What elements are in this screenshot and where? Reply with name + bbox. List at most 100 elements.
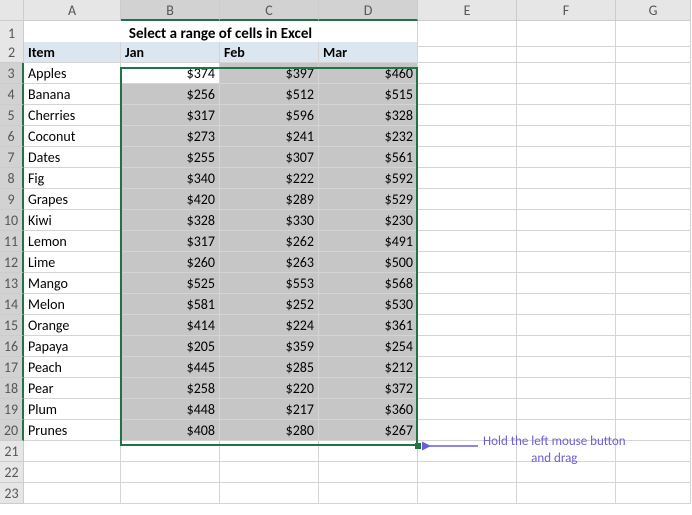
cell-empty[interactable] bbox=[517, 189, 616, 210]
data-cell[interactable]: $512 bbox=[220, 84, 319, 105]
row-header-23[interactable]: 23 bbox=[0, 483, 24, 504]
row-header-5[interactable]: 5 bbox=[0, 105, 24, 126]
data-cell[interactable]: $568 bbox=[319, 273, 418, 294]
cell-empty[interactable] bbox=[418, 231, 517, 252]
col-header-E[interactable]: E bbox=[418, 0, 517, 21]
data-cell[interactable]: $260 bbox=[121, 252, 220, 273]
cell-empty[interactable] bbox=[616, 462, 691, 483]
data-cell[interactable]: $515 bbox=[319, 84, 418, 105]
cell-empty[interactable] bbox=[616, 168, 691, 189]
data-cell[interactable]: $205 bbox=[121, 336, 220, 357]
col-header-G[interactable]: G bbox=[616, 0, 691, 21]
col-header-C[interactable]: C bbox=[220, 0, 319, 21]
data-cell[interactable]: $217 bbox=[220, 399, 319, 420]
cell-empty[interactable] bbox=[418, 63, 517, 84]
item-cell[interactable]: Banana bbox=[24, 84, 121, 105]
header-cell[interactable]: Item bbox=[24, 42, 121, 63]
cell-empty[interactable] bbox=[220, 441, 319, 462]
cell-empty[interactable] bbox=[418, 210, 517, 231]
cell-empty[interactable] bbox=[418, 273, 517, 294]
cell-empty[interactable] bbox=[517, 336, 616, 357]
cell-empty[interactable] bbox=[418, 336, 517, 357]
item-cell[interactable]: Prunes bbox=[24, 420, 121, 441]
fill-handle[interactable] bbox=[415, 443, 421, 449]
data-cell[interactable]: $317 bbox=[121, 105, 220, 126]
cell-empty[interactable] bbox=[616, 420, 691, 441]
cell-empty[interactable] bbox=[418, 315, 517, 336]
data-cell[interactable]: $220 bbox=[220, 378, 319, 399]
item-cell[interactable]: Melon bbox=[24, 294, 121, 315]
cell-empty[interactable] bbox=[616, 336, 691, 357]
data-cell[interactable]: $581 bbox=[121, 294, 220, 315]
data-cell[interactable]: $460 bbox=[319, 63, 418, 84]
cell-empty[interactable] bbox=[418, 189, 517, 210]
data-cell[interactable]: $372 bbox=[319, 378, 418, 399]
data-cell[interactable]: $328 bbox=[121, 210, 220, 231]
cell-empty[interactable] bbox=[418, 105, 517, 126]
data-cell[interactable]: $408 bbox=[121, 420, 220, 441]
row-header-19[interactable]: 19 bbox=[0, 399, 24, 420]
item-cell[interactable]: Orange bbox=[24, 315, 121, 336]
cell-empty[interactable] bbox=[517, 294, 616, 315]
header-cell[interactable]: Jan bbox=[121, 42, 220, 63]
cell-empty[interactable] bbox=[24, 441, 121, 462]
row-header-17[interactable]: 17 bbox=[0, 357, 24, 378]
col-header-B[interactable]: B bbox=[121, 0, 220, 21]
data-cell[interactable]: $561 bbox=[319, 147, 418, 168]
cell-empty[interactable] bbox=[517, 273, 616, 294]
cell-empty[interactable] bbox=[616, 357, 691, 378]
item-cell[interactable]: Cherries bbox=[24, 105, 121, 126]
item-cell[interactable]: Peach bbox=[24, 357, 121, 378]
item-cell[interactable]: Papaya bbox=[24, 336, 121, 357]
data-cell[interactable]: $397 bbox=[220, 63, 319, 84]
data-cell[interactable]: $273 bbox=[121, 126, 220, 147]
cell-empty[interactable] bbox=[517, 42, 616, 63]
cell-empty[interactable] bbox=[616, 252, 691, 273]
data-cell[interactable]: $359 bbox=[220, 336, 319, 357]
data-cell[interactable]: $445 bbox=[121, 357, 220, 378]
cell-empty[interactable] bbox=[24, 483, 121, 504]
row-header-21[interactable]: 21 bbox=[0, 441, 24, 462]
row-header-2[interactable]: 2 bbox=[0, 42, 24, 63]
cell-empty[interactable] bbox=[319, 462, 418, 483]
cell-empty[interactable] bbox=[418, 147, 517, 168]
data-cell[interactable]: $596 bbox=[220, 105, 319, 126]
row-header-6[interactable]: 6 bbox=[0, 126, 24, 147]
data-cell[interactable]: $491 bbox=[319, 231, 418, 252]
data-cell[interactable]: $420 bbox=[121, 189, 220, 210]
cell-empty[interactable] bbox=[517, 357, 616, 378]
cell-empty[interactable] bbox=[616, 378, 691, 399]
cell-empty[interactable] bbox=[616, 189, 691, 210]
row-header-13[interactable]: 13 bbox=[0, 273, 24, 294]
cell-empty[interactable] bbox=[517, 63, 616, 84]
data-cell[interactable]: $258 bbox=[121, 378, 220, 399]
item-cell[interactable]: Pear bbox=[24, 378, 121, 399]
row-header-10[interactable]: 10 bbox=[0, 210, 24, 231]
cell-empty[interactable] bbox=[418, 252, 517, 273]
cell-empty[interactable] bbox=[616, 105, 691, 126]
cell-empty[interactable] bbox=[418, 84, 517, 105]
data-cell[interactable]: $267 bbox=[319, 420, 418, 441]
row-header-11[interactable]: 11 bbox=[0, 231, 24, 252]
data-cell[interactable]: $330 bbox=[220, 210, 319, 231]
cell-empty[interactable] bbox=[616, 273, 691, 294]
row-header-3[interactable]: 3 bbox=[0, 63, 24, 84]
data-cell[interactable]: $360 bbox=[319, 399, 418, 420]
cell-empty[interactable] bbox=[418, 483, 517, 504]
row-header-14[interactable]: 14 bbox=[0, 294, 24, 315]
select-all-corner[interactable] bbox=[0, 0, 24, 21]
cell-empty[interactable] bbox=[616, 315, 691, 336]
data-cell[interactable]: $212 bbox=[319, 357, 418, 378]
cell-empty[interactable] bbox=[616, 63, 691, 84]
cell-empty[interactable] bbox=[517, 399, 616, 420]
cell-empty[interactable] bbox=[616, 42, 691, 63]
data-cell[interactable]: $255 bbox=[121, 147, 220, 168]
data-cell[interactable]: $262 bbox=[220, 231, 319, 252]
cell-empty[interactable] bbox=[616, 483, 691, 504]
cell-empty[interactable] bbox=[517, 147, 616, 168]
data-cell[interactable]: $222 bbox=[220, 168, 319, 189]
data-cell[interactable]: $252 bbox=[220, 294, 319, 315]
cell-empty[interactable] bbox=[418, 168, 517, 189]
item-cell[interactable]: Dates bbox=[24, 147, 121, 168]
data-cell[interactable]: $448 bbox=[121, 399, 220, 420]
